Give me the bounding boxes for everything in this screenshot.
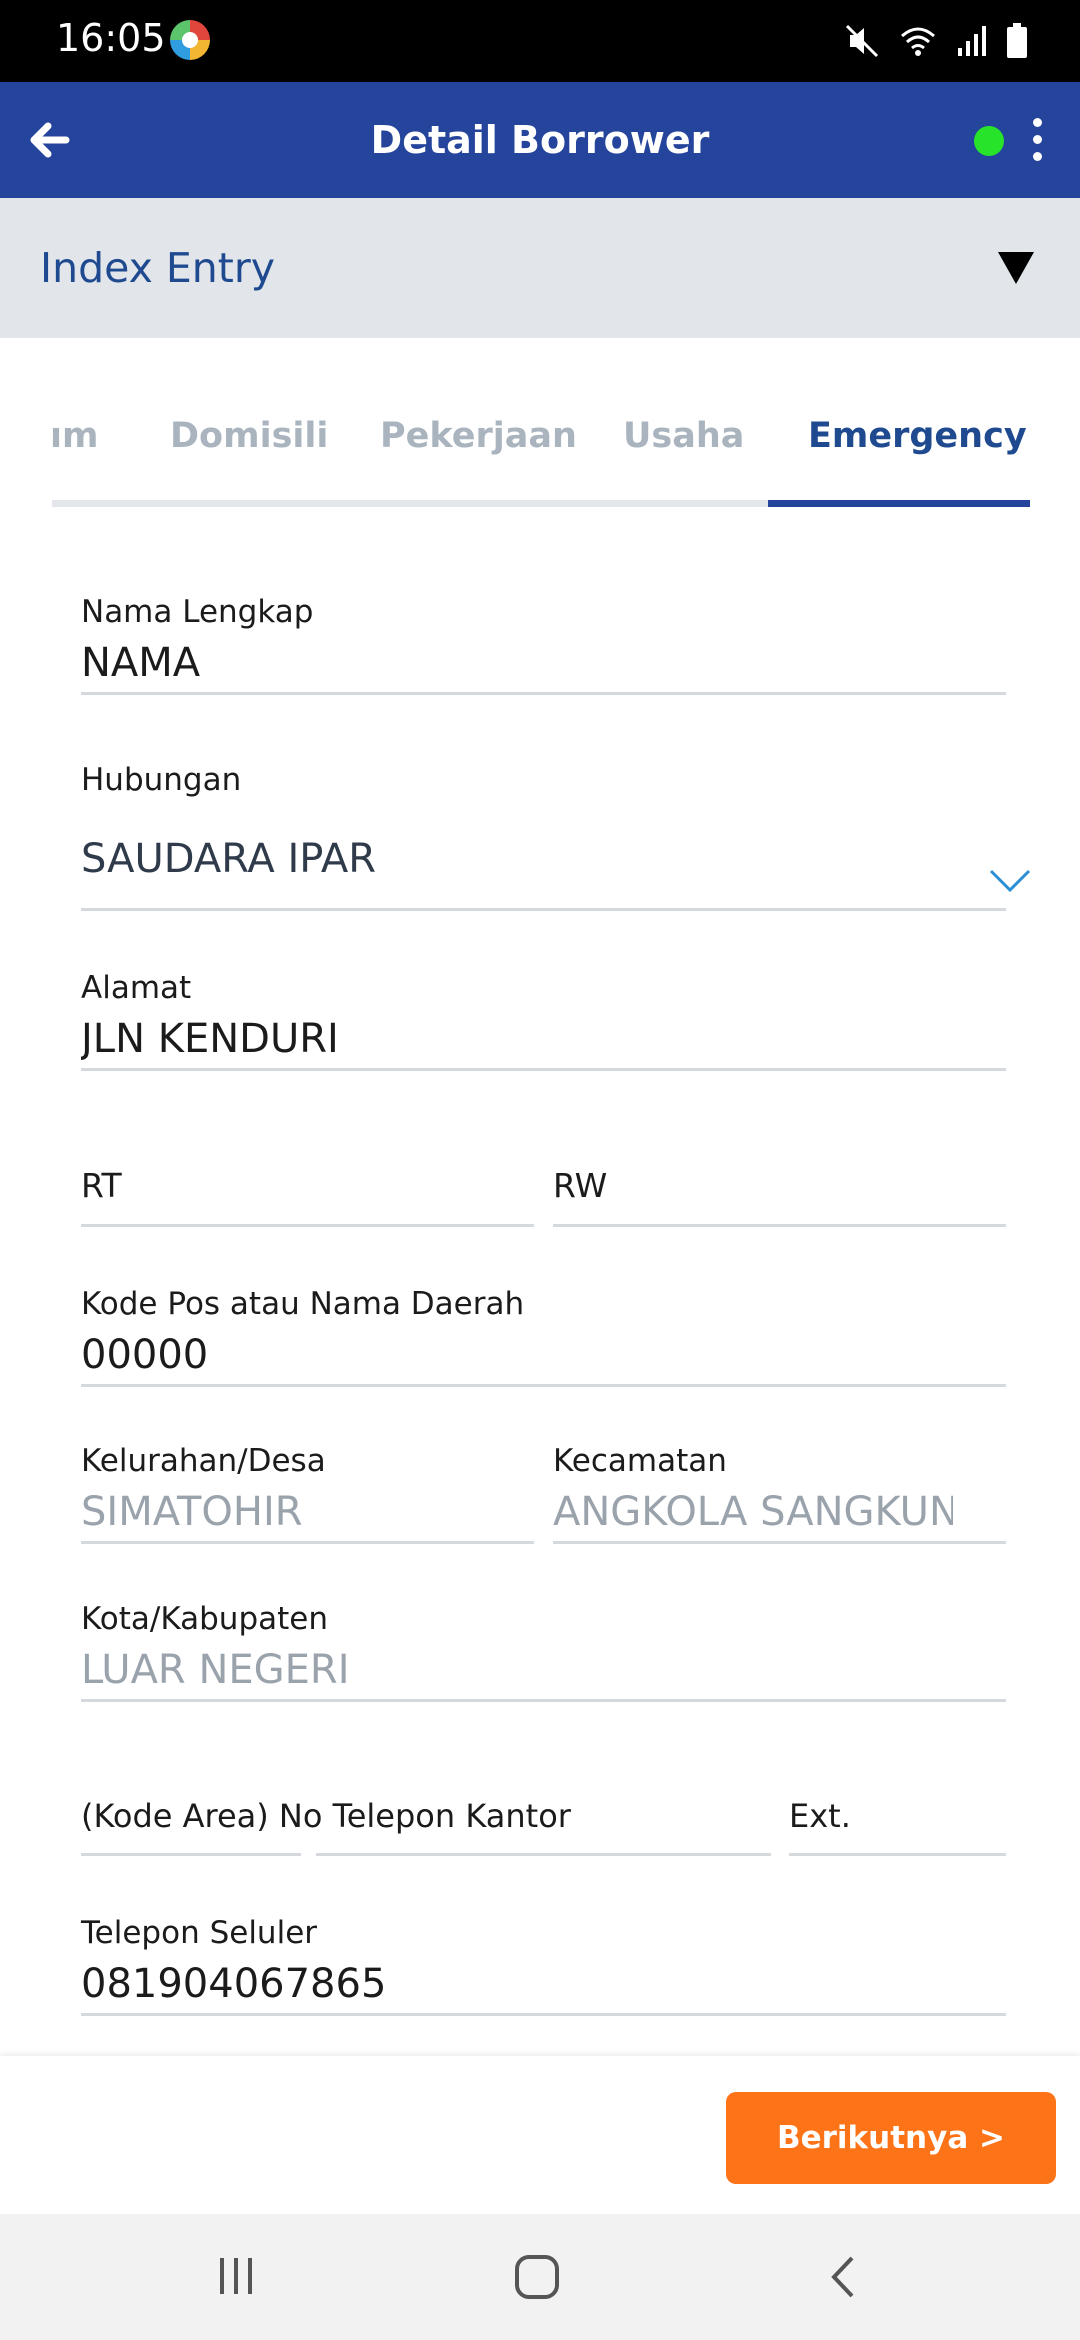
kode-pos-label: Kode Pos atau Nama Daerah (81, 1286, 525, 1322)
nama-lengkap-input[interactable]: NAMA (81, 640, 200, 686)
kota-label: Kota/Kabupaten (81, 1601, 329, 1637)
kode-pos-field[interactable]: Kode Pos atau Nama Daerah 00000 (81, 1286, 1006, 1390)
home-icon[interactable] (514, 2254, 560, 2300)
telepon-kantor-label: (Kode Area) No Telepon Kantor (81, 1797, 571, 1835)
status-time: 16:05 (56, 16, 166, 60)
page-title: Detail Borrower (370, 118, 710, 162)
chevron-down-icon[interactable] (988, 868, 1032, 894)
alamat-field[interactable]: Alamat JLN KENDURI (81, 970, 1006, 1074)
nama-lengkap-label: Nama Lengkap (81, 594, 314, 630)
mute-icon (845, 24, 879, 58)
next-button[interactable]: Berikutnya > (726, 2092, 1056, 2184)
hubungan-dropdown[interactable]: Hubungan SAUDARA IPAR (81, 762, 1006, 914)
back-arrow-icon[interactable] (22, 112, 78, 168)
bottom-action-bar: Berikutnya > (0, 2056, 1080, 2214)
nama-lengkap-field[interactable]: Nama Lengkap NAMA (81, 594, 1006, 698)
kelurahan-label: Kelurahan/Desa (81, 1443, 326, 1479)
signal-icon (958, 26, 986, 56)
app-notification-icon (170, 20, 210, 60)
kelurahan-field: Kelurahan/Desa SIMATOHIR (81, 1443, 534, 1547)
system-nav-bar (0, 2214, 1080, 2340)
overflow-menu-icon[interactable] (1026, 116, 1050, 164)
kota-value: LUAR NEGERI (81, 1647, 350, 1693)
tab-pekerjaan[interactable]: Pekerjaan (380, 416, 577, 456)
wifi-icon (901, 27, 935, 56)
telepon-seluler-field[interactable]: Telepon Seluler 081904067865 (81, 1915, 1006, 2019)
kota-field: Kota/Kabupaten LUAR NEGERI (81, 1601, 1006, 1705)
kode-area-input[interactable] (81, 1853, 301, 1859)
app-bar: Detail Borrower (0, 82, 1080, 198)
kecamatan-field: Kecamatan ANGKOLA SANGKUNUR (553, 1443, 1006, 1547)
alamat-input[interactable]: JLN KENDURI (81, 1016, 339, 1062)
tab-usaha[interactable]: Usaha (623, 416, 744, 456)
status-icons (844, 18, 1028, 64)
telepon-seluler-input[interactable]: 081904067865 (81, 1961, 386, 2007)
tab-bar: ım Domisili Pekerjaan Usaha Emergency (0, 338, 1080, 508)
telepon-kantor-field[interactable]: (Kode Area) No Telepon Kantor (81, 1797, 771, 1861)
rt-label: RT (81, 1166, 122, 1205)
caret-down-icon[interactable] (996, 250, 1036, 286)
index-entry-header[interactable]: Index Entry (0, 198, 1080, 338)
tab-emergency[interactable]: Emergency (808, 416, 1027, 456)
hubungan-label: Hubungan (81, 762, 242, 798)
tab-partial[interactable]: ım (50, 416, 98, 456)
battery-icon (1007, 23, 1027, 58)
tab-domisili[interactable]: Domisili (170, 416, 328, 456)
rw-label: RW (553, 1166, 608, 1205)
ext-label: Ext. (789, 1797, 851, 1835)
back-nav-icon[interactable] (826, 2254, 858, 2300)
kode-pos-input[interactable]: 00000 (81, 1332, 208, 1378)
hubungan-select[interactable]: SAUDARA IPAR (81, 836, 376, 882)
kelurahan-value: SIMATOHIR (81, 1489, 303, 1535)
ext-field[interactable]: Ext. (789, 1797, 1006, 1861)
rt-field[interactable]: RT (81, 1166, 534, 1230)
telepon-kantor-input[interactable] (316, 1853, 771, 1859)
index-entry-title: Index Entry (40, 244, 275, 292)
kecamatan-value: ANGKOLA SANGKUNUR (553, 1489, 953, 1535)
online-status-indicator (974, 126, 1004, 156)
recent-apps-icon[interactable] (214, 2254, 258, 2298)
rw-field[interactable]: RW (553, 1166, 1006, 1230)
status-bar: 16:05 (0, 0, 1080, 82)
alamat-label: Alamat (81, 970, 192, 1006)
kecamatan-label: Kecamatan (553, 1443, 727, 1479)
tab-active-indicator (768, 500, 1030, 507)
telepon-seluler-label: Telepon Seluler (81, 1915, 318, 1951)
